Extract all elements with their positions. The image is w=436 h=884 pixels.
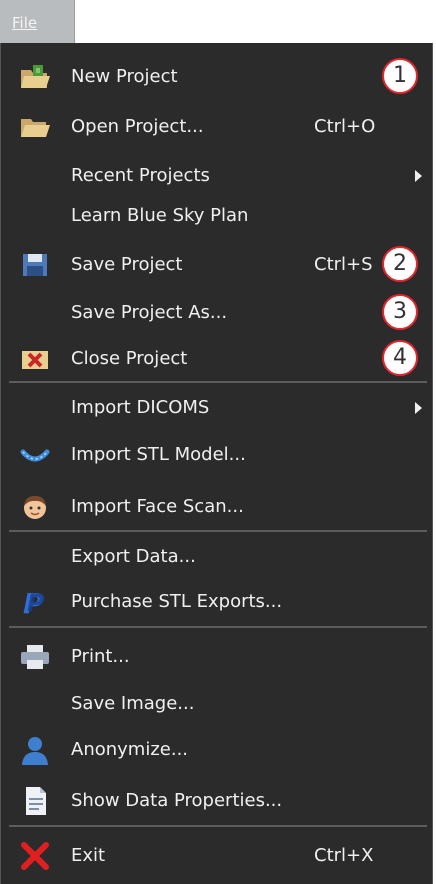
close-project-icon <box>19 344 51 374</box>
menu-item-label: Print... <box>71 646 130 667</box>
menu-item-label: Save Project <box>71 254 183 275</box>
menu-item-label: Anonymize... <box>71 739 189 760</box>
menu-item-new-project[interactable]: New Project 1 <box>1 54 432 100</box>
menu-item-label: Import STL Model... <box>71 444 246 465</box>
file-menu-tab[interactable]: File <box>0 0 75 43</box>
red-x-icon <box>19 841 51 871</box>
menu-item-label: Exit <box>71 845 106 866</box>
menu-item-purchase-stl-exports[interactable]: PP Purchase STL Exports... <box>1 579 432 625</box>
callout-badge-3: 3 <box>382 294 418 330</box>
menu-item-import-dicoms[interactable]: Import DICOMS <box>1 385 432 431</box>
floppy-disk-icon <box>19 250 51 280</box>
menu-item-label: Export Data... <box>71 546 196 567</box>
menu-item-label: Save Image... <box>71 693 195 714</box>
menu-item-export-data[interactable]: Export Data... <box>1 534 432 580</box>
submenu-arrow-icon <box>415 170 422 182</box>
menu-item-label: Purchase STL Exports... <box>71 591 283 612</box>
menu-item-label: Open Project... <box>71 116 204 137</box>
menu-item-label: Import DICOMS <box>71 397 210 418</box>
menu-item-exit[interactable]: Exit Ctrl+X <box>1 833 432 879</box>
menu-item-save-project[interactable]: Save Project Ctrl+S 2 <box>1 242 432 288</box>
submenu-arrow-icon <box>415 402 422 414</box>
callout-badge-4: 4 <box>382 340 418 376</box>
menu-item-label: Learn Blue Sky Plan <box>71 205 249 226</box>
menu-item-label: Recent Projects <box>71 165 210 186</box>
new-project-folder-icon <box>19 62 51 92</box>
menu-item-label: Close Project <box>71 348 188 369</box>
open-folder-icon <box>19 112 51 142</box>
menu-separator <box>9 825 427 827</box>
menu-item-import-stl-model[interactable]: Import STL Model... <box>1 432 432 478</box>
menu-item-show-data-properties[interactable]: Show Data Properties... <box>1 778 432 824</box>
dental-arch-icon <box>19 440 51 470</box>
menu-separator <box>9 626 427 628</box>
svg-text:P: P <box>27 589 45 617</box>
face-icon <box>19 492 51 522</box>
menu-separator <box>9 530 427 532</box>
shortcut-label: Ctrl+O <box>314 116 376 137</box>
shortcut-label: Ctrl+S <box>314 254 373 275</box>
menu-item-save-image[interactable]: Save Image... <box>1 681 432 727</box>
menu-item-label: Save Project As... <box>71 302 228 323</box>
shortcut-label: Ctrl+X <box>314 845 374 866</box>
callout-badge-2: 2 <box>382 246 418 282</box>
menu-item-label: Import Face Scan... <box>71 496 244 517</box>
menu-item-print[interactable]: Print... <box>1 634 432 680</box>
menu-item-label: Show Data Properties... <box>71 790 283 811</box>
document-icon <box>19 786 51 816</box>
menu-item-close-project[interactable]: Close Project 4 <box>1 336 432 382</box>
menu-item-save-project-as[interactable]: Save Project As... 3 <box>1 290 432 336</box>
menu-separator <box>9 381 427 383</box>
callout-badge-1: 1 <box>382 58 418 94</box>
menu-item-label: New Project <box>71 66 178 87</box>
file-menu-dropdown: New Project 1 Open Project... Ctrl+O Rec… <box>0 43 433 884</box>
person-silhouette-icon <box>19 735 51 765</box>
menu-item-import-face-scan[interactable]: Import Face Scan... <box>1 484 432 530</box>
menu-item-anonymize[interactable]: Anonymize... <box>1 727 432 773</box>
paypal-icon: PP <box>19 587 51 617</box>
file-menu-label: File <box>12 14 38 32</box>
menu-item-learn-blue-sky-plan[interactable]: Learn Blue Sky Plan <box>1 193 432 239</box>
printer-icon <box>19 642 51 672</box>
menu-item-open-project[interactable]: Open Project... Ctrl+O <box>1 104 432 150</box>
